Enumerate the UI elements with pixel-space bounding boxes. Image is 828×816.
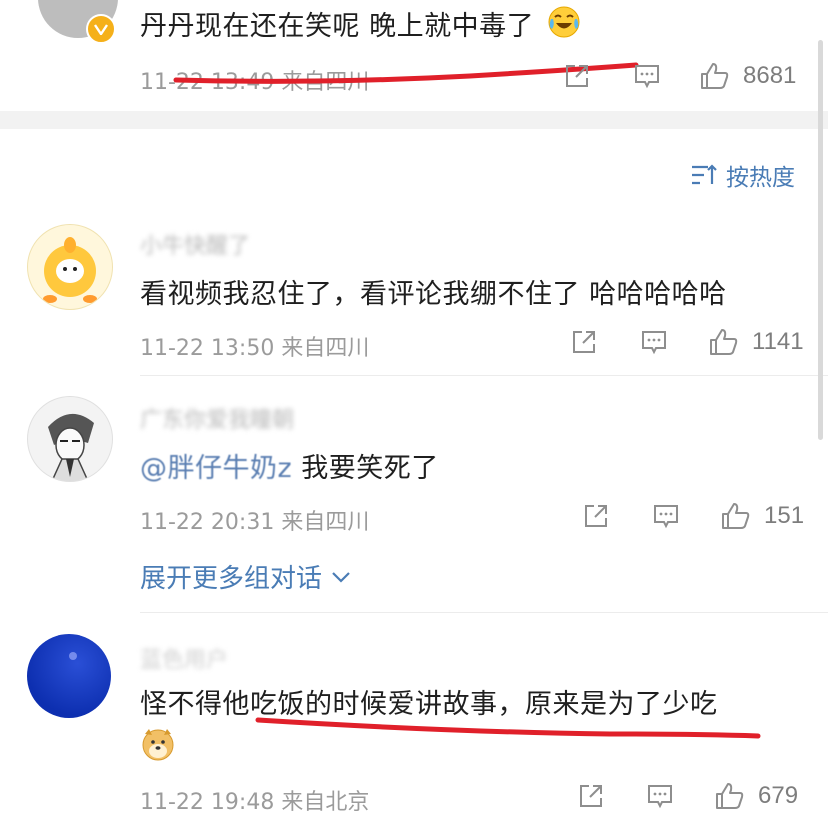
verified-badge-icon — [86, 14, 116, 44]
username[interactable]: 小牛快醒了 — [140, 228, 250, 260]
comment-meta: 11-22 19:48 来自北京 — [140, 790, 370, 815]
laugh-cry-emoji — [547, 5, 581, 46]
sort-toggle[interactable]: 按热度 — [690, 158, 795, 192]
like-icon — [716, 783, 744, 809]
avatar[interactable] — [27, 224, 113, 310]
comment-text: 看视频我忍住了，看评论我绷不住了 哈哈哈哈哈 — [140, 279, 727, 310]
like-button[interactable]: 8681 — [699, 60, 796, 92]
comment-icon — [635, 65, 659, 89]
like-count: 151 — [764, 502, 805, 529]
comment-icon — [648, 785, 672, 809]
like-button[interactable]: 1141 — [708, 326, 804, 358]
share-button[interactable] — [563, 62, 591, 90]
sort-icon — [692, 164, 717, 185]
share-button[interactable] — [582, 502, 610, 530]
comment-button[interactable] — [646, 782, 674, 810]
comment-icon — [642, 331, 666, 355]
mention-link[interactable]: @胖仔牛奶z — [140, 453, 292, 484]
comment-text: 丹丹现在还在笑呢 晚上就中毒了 — [140, 4, 581, 46]
scrollbar[interactable] — [818, 40, 823, 440]
expand-label: 展开更多组对话 — [140, 564, 323, 594]
divider — [140, 375, 828, 376]
like-count: 8681 — [743, 62, 797, 89]
sort-label: 按热度 — [726, 165, 795, 191]
like-button[interactable]: 679 — [714, 780, 798, 812]
share-icon — [566, 65, 588, 87]
like-icon — [722, 503, 750, 529]
avatar[interactable] — [27, 634, 111, 718]
comment-meta: 11-22 20:31 来自四川 — [140, 510, 370, 535]
share-button[interactable] — [577, 782, 605, 810]
share-icon — [580, 785, 602, 807]
like-icon — [710, 329, 738, 355]
comment-text: @胖仔牛奶z 我要笑死了 — [140, 446, 439, 485]
comment-text-content: 我要笑死了 — [292, 453, 439, 484]
share-icon — [573, 331, 595, 353]
expand-conversations-link[interactable]: 展开更多组对话 — [140, 558, 352, 595]
share-button[interactable] — [570, 328, 598, 356]
username[interactable]: 蓝色用户 — [140, 642, 228, 674]
comment-icon — [654, 505, 678, 529]
chevron-down-icon — [332, 571, 350, 583]
comment-button[interactable] — [652, 502, 680, 530]
section-separator — [0, 111, 828, 129]
like-count: 1141 — [752, 328, 804, 355]
avatar[interactable] — [27, 396, 113, 482]
share-icon — [585, 505, 607, 527]
comment-button[interactable] — [633, 62, 661, 90]
like-button[interactable]: 151 — [720, 500, 804, 532]
doge-emoji — [140, 726, 176, 766]
divider — [140, 612, 828, 613]
comment-meta: 11-22 13:50 来自四川 — [140, 336, 370, 361]
comment-button[interactable] — [640, 328, 668, 356]
like-count: 679 — [758, 782, 799, 809]
comment-text-content: 丹丹现在还在笑呢 晚上就中毒了 — [140, 11, 535, 42]
like-icon — [701, 63, 729, 89]
red-underline — [255, 717, 761, 739]
username[interactable]: 广东你爱我瞳朝 — [140, 402, 294, 434]
